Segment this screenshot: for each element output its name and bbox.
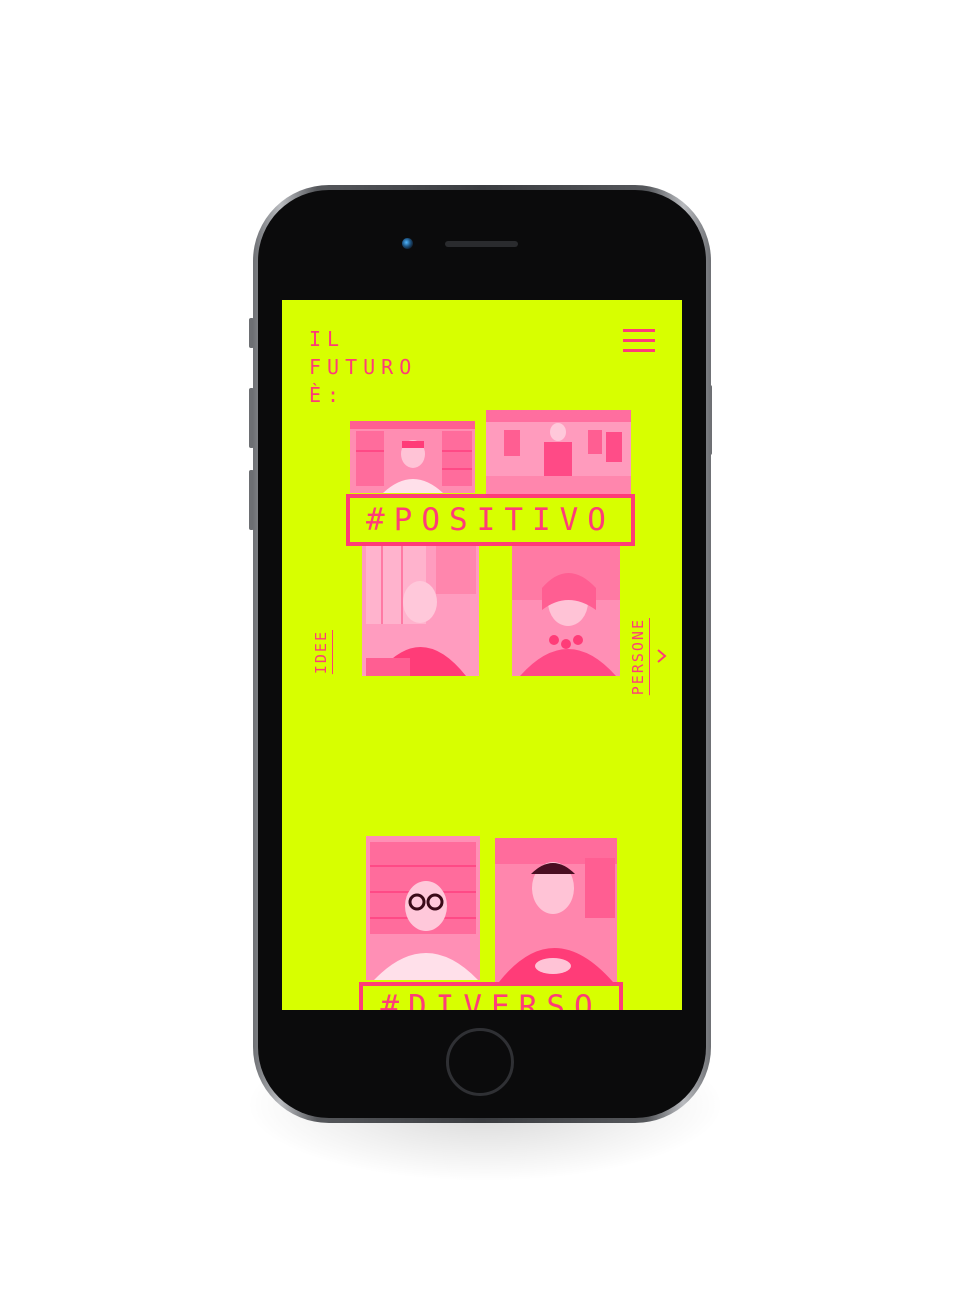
home-button[interactable]	[446, 1028, 514, 1096]
hamburger-menu-icon[interactable]	[623, 329, 655, 355]
site-logo[interactable]: IL FUTURO È:	[309, 325, 417, 409]
person-portrait-image	[495, 838, 617, 982]
front-camera	[402, 238, 413, 249]
hashtag-diverso[interactable]: #DIVERSO	[359, 982, 623, 1010]
person-portrait-image	[350, 421, 475, 493]
phone-screen: IL FUTURO È: #POSITIVO IDEE PERSONE #DIV…	[282, 300, 682, 1010]
earpiece-speaker	[445, 241, 518, 247]
speaker-photo[interactable]	[495, 838, 617, 982]
person-portrait-image	[362, 540, 479, 676]
speaker-photo[interactable]	[366, 836, 480, 980]
speaker-photo[interactable]	[350, 421, 475, 493]
person-portrait-image	[366, 836, 480, 980]
logo-line-2: FUTURO	[309, 355, 418, 379]
speaker-photo[interactable]	[362, 540, 479, 676]
persone-link[interactable]: PERSONE	[629, 618, 647, 695]
person-portrait-image	[512, 540, 620, 676]
person-portrait-image	[486, 410, 631, 494]
idee-link[interactable]: IDEE	[312, 630, 330, 674]
speaker-photo[interactable]	[512, 540, 620, 676]
chevron-right-icon[interactable]	[655, 649, 667, 663]
hashtag-positivo[interactable]: #POSITIVO	[346, 494, 635, 546]
speaker-photo[interactable]	[486, 410, 631, 494]
logo-line-3: È:	[309, 383, 346, 407]
logo-line-1: IL	[309, 327, 346, 351]
